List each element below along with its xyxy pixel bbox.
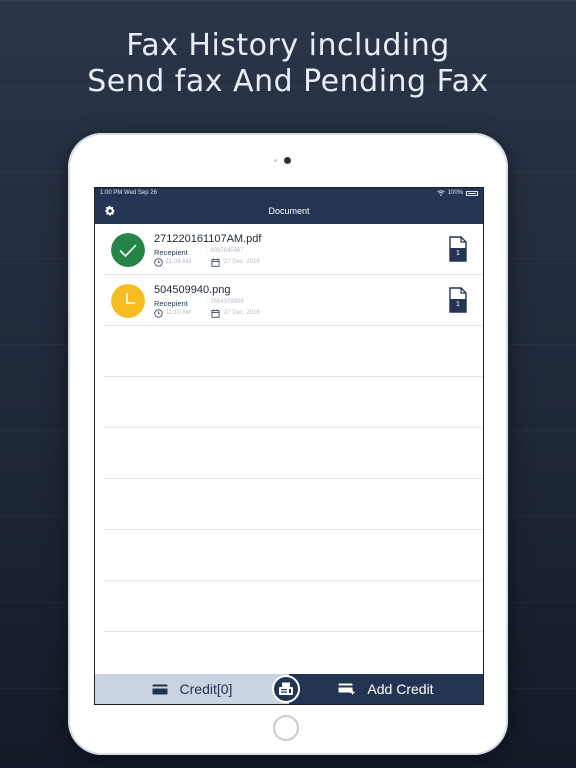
add-credit-label: Add Credit [367, 681, 434, 697]
fax-date: 27 Dec, 2016 [224, 259, 260, 265]
promo-headline: Fax History including Send fax And Pendi… [0, 28, 576, 100]
fax-row[interactable]: 271220161107AM.pdf Recepient : 909784566… [103, 224, 483, 275]
status-bar: 1:00 PM Wed Sep 26 100% [95, 188, 483, 198]
file-name: 271220161107AM.pdf [154, 233, 262, 245]
fax-date: 27 Dec, 2016 [224, 310, 260, 316]
recipient-number: : 9097845667 [207, 248, 244, 254]
calendar-icon [211, 309, 220, 318]
home-button[interactable] [273, 715, 299, 741]
recipient-number: : 7654378908 [207, 299, 244, 305]
fax-history-list: 271220161107AM.pdf Recepient : 909784566… [103, 224, 483, 674]
fax-time: 11:08 AM [166, 259, 191, 265]
page-count: 1 [456, 301, 460, 308]
gear-icon[interactable] [104, 205, 116, 217]
status-right: 100% [436, 188, 478, 198]
empty-row [103, 479, 483, 530]
status-time-date: 1:00 PM Wed Sep 26 [100, 190, 157, 196]
wifi-icon [436, 190, 445, 196]
headline-line-2: Send fax And Pending Fax [87, 64, 489, 99]
pending-clock-icon [111, 284, 145, 318]
send-fax-button[interactable] [272, 675, 300, 703]
file-name: 504509940.png [154, 284, 231, 296]
nav-bar: Document [95, 198, 483, 224]
credit-tab[interactable]: Credit[0] [95, 674, 289, 704]
nav-title: Document [268, 206, 310, 216]
credit-label: Credit[0] [179, 681, 233, 697]
fax-time: 11:10 AM [166, 310, 191, 316]
recipient-label: Recepient [154, 248, 188, 257]
ipad-frame: 1:00 PM Wed Sep 26 100% Document 2712201… [68, 133, 508, 755]
battery-percent: 100% [447, 190, 463, 196]
empty-row [103, 428, 483, 479]
recipient-label: Recepient [154, 299, 188, 308]
battery-icon [466, 190, 478, 196]
fax-row[interactable]: 504509940.png Recepient : 7654378908 11:… [103, 275, 483, 326]
fax-machine-icon [279, 682, 293, 695]
add-card-icon [338, 683, 355, 695]
empty-row [103, 326, 483, 377]
clock-icon [154, 258, 163, 267]
clock-icon [154, 309, 163, 318]
empty-row [103, 530, 483, 581]
front-sensor [274, 159, 277, 162]
front-camera [284, 157, 291, 164]
empty-row [103, 581, 483, 632]
add-credit-tab[interactable]: Add Credit [289, 674, 483, 704]
sent-check-icon [111, 233, 145, 267]
headline-line-1: Fax History including [126, 28, 450, 63]
app-screen: 1:00 PM Wed Sep 26 100% Document 2712201… [94, 187, 484, 705]
bottom-tab-bar: Credit[0] Add Credit [95, 674, 483, 704]
page-count: 1 [456, 250, 460, 257]
empty-row [103, 377, 483, 428]
calendar-icon [211, 258, 220, 267]
credit-card-icon [152, 684, 168, 694]
